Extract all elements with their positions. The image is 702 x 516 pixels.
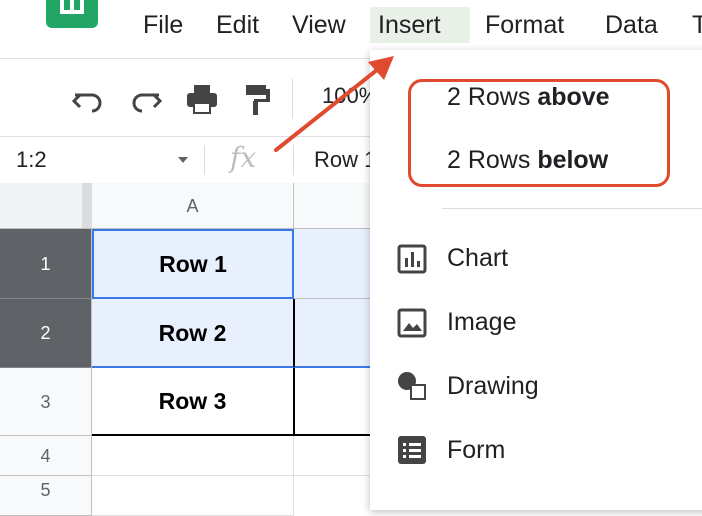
chevron-down-icon[interactable] bbox=[178, 157, 188, 163]
highlight-box bbox=[408, 79, 670, 187]
row-header-3[interactable]: 3 bbox=[0, 368, 92, 436]
menu-edit[interactable]: Edit bbox=[208, 7, 267, 43]
sheets-logo-icon[interactable] bbox=[46, 0, 98, 28]
name-box[interactable]: 1:2 bbox=[16, 147, 47, 173]
insert-drawing[interactable]: Drawing bbox=[447, 372, 539, 401]
fx-icon: fx bbox=[230, 141, 257, 174]
insert-image[interactable]: Image bbox=[447, 308, 516, 337]
print-icon[interactable] bbox=[184, 81, 220, 117]
cell-a5[interactable] bbox=[92, 476, 294, 516]
menu-separator bbox=[442, 208, 702, 209]
cell-a4[interactable] bbox=[92, 436, 294, 476]
insert-form[interactable]: Form bbox=[447, 436, 505, 465]
menu-data[interactable]: Data bbox=[597, 7, 666, 43]
menu-format[interactable]: Format bbox=[477, 7, 572, 43]
insert-chart[interactable]: Chart bbox=[447, 244, 508, 273]
redo-icon[interactable] bbox=[128, 81, 164, 117]
annotation-arrow-icon bbox=[274, 56, 394, 152]
undo-icon[interactable] bbox=[70, 81, 106, 117]
menu-insert[interactable]: Insert bbox=[370, 7, 470, 43]
select-all-corner[interactable] bbox=[0, 183, 92, 229]
row-header-4[interactable]: 4 bbox=[0, 436, 92, 476]
cell-a2[interactable]: Row 2 bbox=[92, 299, 294, 368]
row-header-2[interactable]: 2 bbox=[0, 299, 92, 368]
form-icon bbox=[398, 436, 426, 464]
image-icon bbox=[397, 308, 427, 338]
cell-a3[interactable]: Row 3 bbox=[92, 368, 294, 436]
formula-separator bbox=[204, 145, 205, 175]
row-header-5[interactable]: 5 bbox=[0, 476, 92, 516]
column-header-a[interactable]: A bbox=[92, 183, 294, 229]
menu-bar: File Edit View Insert Format Data T bbox=[0, 0, 702, 50]
cell-a1[interactable]: Row 1 bbox=[92, 229, 294, 299]
menu-tools[interactable]: T bbox=[684, 7, 702, 43]
chart-icon bbox=[397, 244, 427, 274]
menu-file[interactable]: File bbox=[135, 7, 191, 43]
menu-view[interactable]: View bbox=[284, 7, 354, 43]
row-header-1[interactable]: 1 bbox=[0, 229, 92, 299]
drawing-icon bbox=[398, 372, 426, 400]
